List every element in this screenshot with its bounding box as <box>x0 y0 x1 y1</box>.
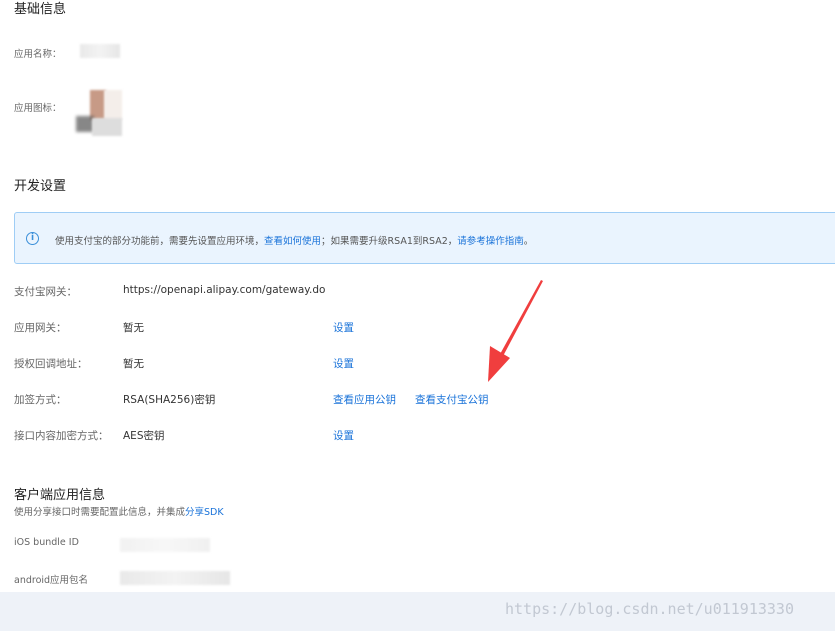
client-info-desc: 使用分享接口时需要配置此信息，并集成分享SDK <box>14 504 224 518</box>
android-package-label: android应用包名 <box>14 575 89 586</box>
arrow-shaft <box>499 280 543 358</box>
notice-text: 使用支付宝的部分功能前，需要先设置应用环境，查看如何使用；如果需要升级RSA1到… <box>55 233 533 247</box>
app-icon-label: 应用图标： <box>14 103 62 114</box>
basic-info-title: 基础信息 <box>14 2 67 17</box>
notice-text-middle: ；如果需要升级RSA1到RSA2， <box>321 236 458 247</box>
content-encrypt-value: AES密钥 <box>123 430 165 442</box>
client-info-title: 客户端应用信息 <box>14 488 106 503</box>
content-encrypt-set-link[interactable]: 设置 <box>333 428 354 443</box>
notice-link-how-to-use[interactable]: 查看如何使用 <box>264 236 321 247</box>
sign-method-label: 加签方式： <box>14 394 67 406</box>
red-arrow-annotation <box>488 280 543 382</box>
view-alipay-public-key-link[interactable]: 查看支付宝公钥 <box>415 392 489 407</box>
dev-notice-banner: i 使用支付宝的部分功能前，需要先设置应用环境，查看如何使用；如果需要升级RSA… <box>14 212 835 264</box>
notice-link-guide[interactable]: 请参考操作指南 <box>457 236 524 247</box>
arrow-head <box>488 346 510 382</box>
share-sdk-link[interactable]: 分享SDK <box>185 507 224 518</box>
content-encrypt-label: 接口内容加密方式： <box>14 430 109 442</box>
ios-bundle-value-redacted <box>120 538 210 552</box>
app-gateway-set-link[interactable]: 设置 <box>333 320 354 335</box>
auth-callback-set-link[interactable]: 设置 <box>333 356 354 371</box>
gateway-value: https://openapi.alipay.com/gateway.do <box>123 284 326 296</box>
app-name-value-redacted <box>80 44 120 58</box>
ios-bundle-label: iOS bundle ID <box>14 537 79 548</box>
watermark: https://blog.csdn.net/u011913330 <box>505 600 794 618</box>
auth-callback-value: 暂无 <box>123 358 144 370</box>
app-gateway-label: 应用网关： <box>14 322 67 334</box>
sign-method-value: RSA(SHA256)密钥 <box>123 394 216 406</box>
info-icon: i <box>26 232 39 245</box>
notice-text-end: 。 <box>523 236 534 247</box>
app-name-label: 应用名称： <box>14 49 62 60</box>
dev-settings-title: 开发设置 <box>14 179 67 194</box>
gateway-label: 支付宝网关： <box>14 286 77 298</box>
android-package-value-redacted <box>120 571 230 585</box>
auth-callback-label: 授权回调地址： <box>14 358 88 370</box>
notice-text-before: 使用支付宝的部分功能前，需要先设置应用环境， <box>55 236 265 247</box>
client-info-desc-text: 使用分享接口时需要配置此信息，并集成 <box>14 507 186 518</box>
app-icon-image <box>76 90 122 136</box>
app-gateway-value: 暂无 <box>123 322 144 334</box>
view-app-public-key-link[interactable]: 查看应用公钥 <box>333 392 396 407</box>
